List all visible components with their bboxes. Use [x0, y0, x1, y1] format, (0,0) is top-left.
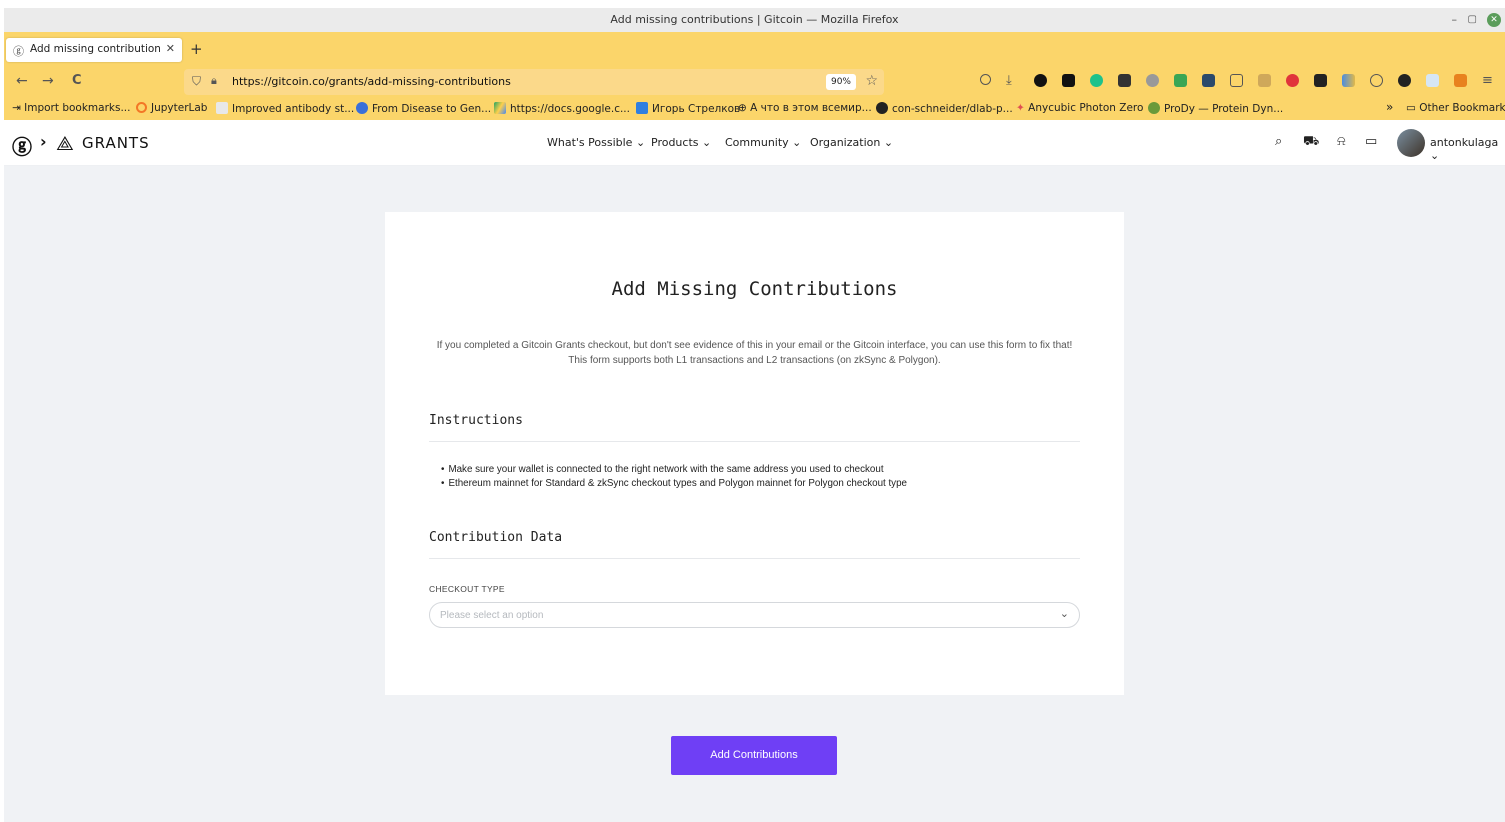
bookmark-item[interactable]: Игорь Стрелков [636, 102, 740, 115]
add-contributions-button[interactable]: Add Contributions [671, 736, 837, 775]
bookmark-item[interactable]: JupyterLab [136, 102, 207, 114]
zoom-level-badge[interactable]: 90% [825, 74, 856, 90]
extension-tomato-icon[interactable] [1286, 74, 1299, 87]
metamask-icon[interactable] [1454, 74, 1467, 87]
page-title: Add Missing Contributions [611, 278, 898, 300]
cart-icon[interactable]: ⛟ [1303, 134, 1319, 151]
maximize-button[interactable]: ▢ [1468, 8, 1477, 32]
br-icon [216, 102, 228, 114]
pocket-icon[interactable] [980, 74, 991, 85]
instructions-list: Make sure your wallet is connected to th… [441, 463, 1061, 491]
extension-react-icon[interactable] [1202, 74, 1215, 87]
shield-icon[interactable]: ⛉ [192, 74, 201, 89]
contribution-form-card: Add Missing Contributions If you complet… [385, 212, 1124, 695]
bookmark-item[interactable]: ProDy — Protein Dyn... [1148, 102, 1283, 115]
close-tab-icon[interactable]: ✕ [166, 42, 175, 55]
grants-logo-icon[interactable]: ⟁ [56, 131, 74, 155]
window-titlebar: Add missing contributions | Gitcoin — Mo… [4, 8, 1505, 32]
bookmarks-overflow-button[interactable]: » [1386, 100, 1393, 114]
extension-bird-icon[interactable] [1398, 74, 1411, 87]
page-body: Add Missing Contributions If you complet… [4, 166, 1505, 822]
globe-icon: ⊕ [738, 102, 751, 114]
extension-dots-icon[interactable] [1314, 74, 1327, 87]
page-description: If you completed a Gitcoin Grants checko… [436, 340, 1073, 366]
tab-add-missing-contributions[interactable]: ⓖ Add missing contributions | ✕ [6, 38, 182, 62]
tab-title: Add missing contributions | [30, 43, 160, 55]
jupyter-icon [136, 102, 147, 113]
bookmark-item[interactable]: ✦ Anycubic Photon Zero [1016, 102, 1143, 114]
new-tab-button[interactable]: + [190, 40, 203, 58]
list-item: Ethereum mainnet for Standard & zkSync c… [441, 477, 1061, 491]
bookmark-item[interactable]: ⇥ Import bookmarks... [12, 102, 130, 114]
bookmarks-toolbar: ⇥ Import bookmarks... JupyterLab Improve… [4, 98, 1505, 120]
bell-icon[interactable]: ⍾ [1337, 134, 1346, 149]
import-icon: ⇥ [12, 102, 25, 114]
other-bookmarks-folder[interactable]: ▭ Other Bookmarks [1406, 102, 1505, 114]
divider [429, 441, 1080, 442]
grammarly-icon[interactable] [1090, 74, 1103, 87]
navigation-toolbar: ← → C ⛉ 🔒︎ https://gitcoin.co/grants/add… [4, 66, 1505, 98]
forward-button[interactable]: → [42, 73, 54, 89]
nav-organization[interactable]: Organization ⌄ [810, 136, 893, 149]
chevron-right-icon: › [40, 132, 47, 151]
checkout-type-select[interactable]: Please select an option ⌄ [429, 602, 1080, 628]
divider [429, 558, 1080, 559]
tab-strip: ⓖ Add missing contributions | ✕ + [4, 32, 1505, 66]
extension-green-icon[interactable] [1174, 74, 1187, 87]
bookmark-item[interactable]: con-schneider/dlab-p... [876, 102, 1013, 115]
reload-button[interactable]: C [72, 73, 82, 88]
bookmark-star-icon[interactable]: ☆ [865, 73, 878, 89]
extension-circle-icon[interactable] [1370, 74, 1383, 87]
nav-community[interactable]: Community ⌄ [725, 136, 801, 149]
instructions-heading: Instructions [429, 413, 523, 428]
browser-window: Add missing contributions | Gitcoin — Mo… [4, 8, 1505, 822]
bookmark-item[interactable]: https://docs.google.c... [494, 102, 630, 115]
google-drive-icon [494, 102, 506, 114]
globe-c-icon [356, 102, 368, 114]
site-header: ⓖ › ⟁ GRANTS What's Possible ⌄ Products … [4, 120, 1505, 166]
extension-cloud-icon[interactable] [1146, 74, 1159, 87]
grants-logo-text[interactable]: GRANTS [82, 134, 150, 152]
close-window-button[interactable]: ✕ [1487, 13, 1501, 27]
bookmark-item[interactable]: Improved antibody st... [216, 102, 354, 115]
extension-play-icon[interactable] [1230, 74, 1243, 87]
chat-icon [636, 102, 648, 114]
extension-a-icon[interactable] [1034, 74, 1047, 87]
extension-g-icon[interactable] [1118, 74, 1131, 87]
extension-grid-icon[interactable] [1342, 74, 1355, 87]
address-bar[interactable]: ⛉ 🔒︎ https://gitcoin.co/grants/add-missi… [184, 69, 884, 95]
checkout-type-placeholder: Please select an option [440, 610, 544, 621]
bookmark-item[interactable]: From Disease to Gen... [356, 102, 491, 115]
avatar[interactable] [1397, 129, 1425, 157]
chevron-down-icon: ⌄ [1059, 607, 1069, 620]
list-item: Make sure your wallet is connected to th… [441, 463, 1061, 477]
back-button[interactable]: ← [16, 73, 28, 89]
nav-whats-possible[interactable]: What's Possible ⌄ [547, 136, 645, 149]
url-text[interactable]: https://gitcoin.co/grants/add-missing-co… [232, 75, 511, 88]
gitcoin-logo-icon[interactable]: ⓖ [12, 131, 32, 160]
contribution-data-heading: Contribution Data [429, 530, 563, 545]
github-icon [876, 102, 888, 114]
prody-icon [1148, 102, 1160, 114]
minimize-button[interactable]: – [1452, 8, 1458, 32]
downloads-icon[interactable]: ⤓ [1006, 73, 1012, 88]
lock-icon[interactable]: 🔒︎ [211, 74, 217, 88]
gitcoin-favicon-icon: ⓖ [13, 45, 24, 58]
extension-doc-icon[interactable] [1426, 74, 1439, 87]
checkout-type-label: CHECKOUT TYPE [429, 584, 505, 594]
app-menu-icon[interactable]: ≡ [1482, 73, 1493, 88]
window-title: Add missing contributions | Gitcoin — Mo… [610, 13, 899, 26]
anycubic-icon: ✦ [1016, 102, 1029, 114]
nav-products[interactable]: Products ⌄ [651, 136, 711, 149]
extension-m-icon[interactable] [1062, 74, 1075, 87]
user-menu[interactable]: antonkulaga ⌄ [1430, 136, 1505, 162]
search-icon[interactable]: ⌕ [1275, 134, 1282, 149]
wallet-icon[interactable]: ▭ [1365, 134, 1377, 149]
bookmark-item[interactable]: ⊕ А что в этом всемир... [738, 102, 872, 114]
extension-translate-icon[interactable] [1258, 74, 1271, 87]
folder-icon: ▭ [1406, 102, 1420, 114]
